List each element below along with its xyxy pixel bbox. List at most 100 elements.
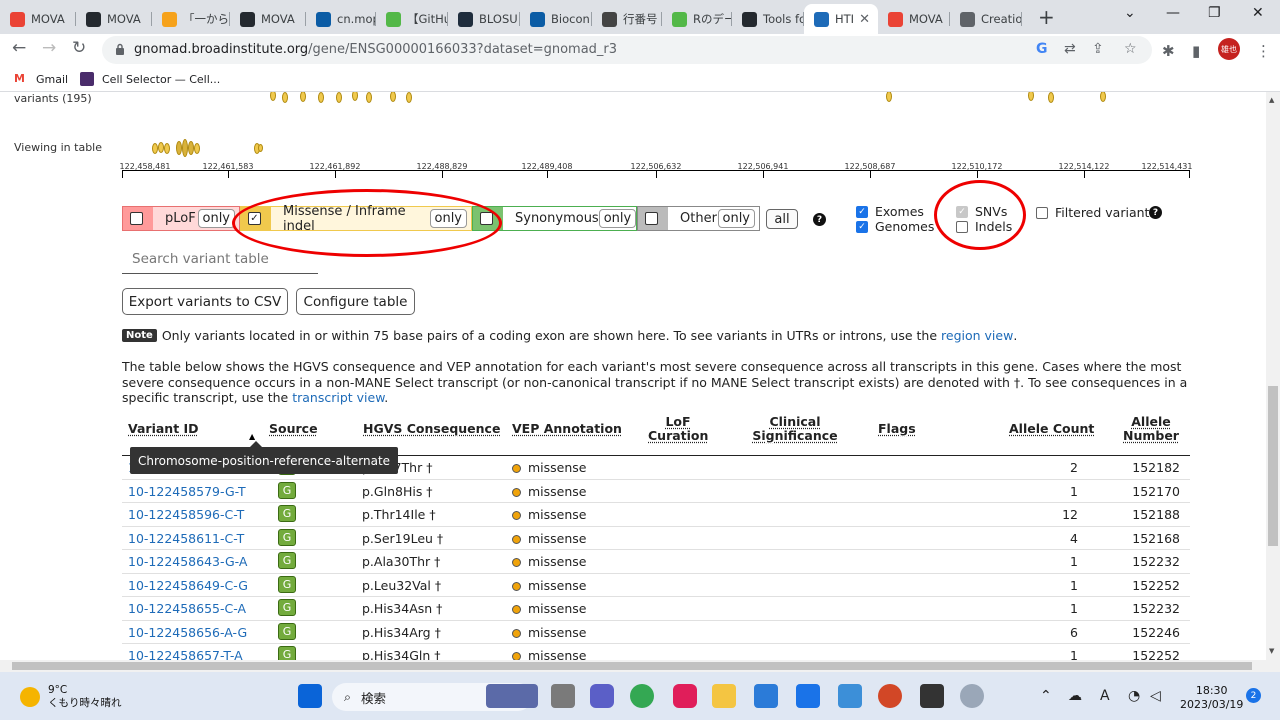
only-button-synonymous[interactable]: only: [598, 209, 637, 228]
header-clinical-significance[interactable]: Clinical Significance: [752, 415, 838, 443]
browser-tab[interactable]: cn.mop: [306, 4, 376, 34]
chrome-icon[interactable]: [630, 684, 654, 708]
variant-id-link[interactable]: 10-122458657-T-A: [128, 648, 243, 660]
menu-icon[interactable]: ⋮: [1256, 42, 1271, 60]
profile-avatar[interactable]: 雄也: [1218, 38, 1240, 60]
start-icon[interactable]: [298, 684, 322, 708]
forward-icon[interactable]: →: [42, 38, 56, 58]
browser-tab[interactable]: 「一から: [152, 4, 230, 34]
header-allele-number[interactable]: Allele Number: [1122, 415, 1180, 443]
store-icon[interactable]: [754, 684, 778, 708]
side-panel-icon[interactable]: ▮: [1192, 42, 1200, 60]
header-allele-count[interactable]: Allele Count: [1009, 422, 1094, 436]
configure-table-button[interactable]: Configure table: [296, 288, 415, 315]
variant-marker[interactable]: [886, 92, 892, 102]
export-csv-button[interactable]: Export variants to CSV: [122, 288, 288, 315]
variant-marker[interactable]: [194, 143, 200, 154]
reload-icon[interactable]: ↻: [72, 38, 86, 58]
header-vep[interactable]: VEP Annotation: [512, 422, 622, 436]
scroll-thumb[interactable]: [1268, 386, 1278, 546]
variant-marker[interactable]: [270, 92, 276, 101]
variant-id-link[interactable]: 10-122458643-G-A: [128, 554, 247, 569]
variant-marker[interactable]: [318, 92, 324, 103]
variant-marker[interactable]: [300, 92, 306, 102]
mail-icon[interactable]: [796, 684, 820, 708]
variant-marker[interactable]: [1028, 92, 1034, 101]
browser-tab[interactable]: MOVA: [878, 4, 950, 34]
exomes-checkbox[interactable]: ✓ Exomes: [856, 204, 924, 219]
browser-tab[interactable]: MOVA: [76, 4, 152, 34]
weather-widget[interactable]: 9°C くもり時々晴れ: [20, 684, 122, 710]
close-window-icon[interactable]: ✕: [1252, 5, 1264, 21]
volume-icon[interactable]: ◁: [1150, 688, 1161, 704]
variant-id-link[interactable]: 10-122458611-C-T: [128, 531, 244, 546]
variant-id-link[interactable]: 10-122458649-C-G: [128, 578, 248, 593]
browser-tab[interactable]: 【GitHu: [376, 4, 448, 34]
extensions-icon[interactable]: ✱: [1162, 42, 1175, 60]
maximize-icon[interactable]: ❐: [1208, 5, 1221, 21]
filter-checkbox-other[interactable]: [645, 212, 658, 225]
vertical-scrollbar[interactable]: ▲ ▼: [1266, 92, 1280, 660]
address-bar[interactable]: gnomad.broadinstitute.org/gene/ENSG00000…: [102, 36, 1152, 64]
variant-id-link[interactable]: 10-122458656-A-G: [128, 625, 247, 640]
teams-icon[interactable]: [590, 684, 614, 708]
header-lof-curation[interactable]: LoF Curation: [648, 415, 708, 443]
variant-marker[interactable]: [1048, 92, 1054, 103]
browser-tab[interactable]: MOVA: [0, 4, 76, 34]
powerpoint-icon[interactable]: [878, 684, 902, 708]
minimize-icon[interactable]: —: [1166, 5, 1180, 21]
variant-marker[interactable]: [366, 92, 372, 103]
browser-tab[interactable]: MOVA: [230, 4, 306, 34]
clock[interactable]: 18:30 2023/03/19: [1180, 684, 1243, 712]
slack-icon[interactable]: [673, 684, 697, 708]
variant-marker[interactable]: [258, 144, 263, 152]
header-flags[interactable]: Flags: [878, 422, 916, 436]
app-icon[interactable]: [920, 684, 944, 708]
search-input[interactable]: Search variant table: [122, 248, 318, 274]
bookmark-cell-selector[interactable]: Cell Selector — Cell...: [80, 72, 220, 86]
variant-marker[interactable]: [1100, 92, 1106, 102]
region-view-link[interactable]: region view: [941, 328, 1013, 343]
header-hgvs[interactable]: HGVS Consequence: [363, 422, 500, 436]
notification-badge[interactable]: 2: [1246, 688, 1261, 703]
variant-id-link[interactable]: 10-122458596-C-T: [128, 507, 244, 522]
tray-chevron-icon[interactable]: ⌃: [1040, 688, 1052, 704]
tab-search-icon[interactable]: ⌄: [1124, 5, 1136, 21]
filter-checkbox-plof[interactable]: [130, 212, 143, 225]
only-button-plof[interactable]: only: [197, 209, 235, 228]
variant-marker[interactable]: [352, 92, 358, 101]
notepad-icon[interactable]: [838, 684, 862, 708]
variant-marker[interactable]: [406, 92, 412, 103]
scroll-down-icon[interactable]: ▼: [1269, 647, 1274, 655]
transcript-view-link[interactable]: transcript view: [292, 390, 384, 405]
variant-marker[interactable]: [390, 92, 396, 102]
variant-marker[interactable]: [336, 92, 342, 103]
variant-marker[interactable]: [164, 143, 170, 154]
browser-tab[interactable]: HTI ✕: [804, 4, 878, 34]
wifi-icon[interactable]: ◔: [1128, 688, 1140, 704]
browser-tab[interactable]: 行番号: [592, 4, 662, 34]
scroll-up-icon[interactable]: ▲: [1269, 96, 1274, 104]
browser-tab[interactable]: Tools fo: [732, 4, 804, 34]
horizontal-scrollbar[interactable]: [0, 660, 1280, 672]
bookmark-gmail[interactable]: M Gmail: [14, 72, 68, 86]
back-icon[interactable]: ←: [12, 38, 26, 58]
all-filter-button[interactable]: all: [766, 209, 798, 229]
task-view-icon[interactable]: [551, 684, 575, 708]
share-icon[interactable]: ⇪: [1092, 41, 1104, 57]
browser-tab[interactable]: Creatio: [950, 4, 1022, 34]
onedrive-icon[interactable]: ☁: [1068, 688, 1082, 704]
close-tab-icon[interactable]: ✕: [859, 12, 870, 27]
variant-id-link[interactable]: 10-122458579-G-T: [128, 484, 246, 499]
variant-id-link[interactable]: 10-122458655-C-A: [128, 601, 246, 616]
translate-icon[interactable]: ⇄: [1064, 41, 1076, 57]
filtered-variants-checkbox[interactable]: Filtered variants: [1036, 205, 1156, 220]
file-explorer-icon[interactable]: [712, 684, 736, 708]
header-variant-id[interactable]: Variant ID: [128, 422, 199, 436]
ime-icon[interactable]: A: [1100, 688, 1110, 704]
help-icon[interactable]: ?: [813, 213, 826, 226]
genomes-checkbox[interactable]: ✓ Genomes: [856, 219, 934, 234]
variant-marker[interactable]: [282, 92, 288, 103]
app-icon[interactable]: [960, 684, 984, 708]
new-tab-button[interactable]: +: [1038, 5, 1055, 29]
